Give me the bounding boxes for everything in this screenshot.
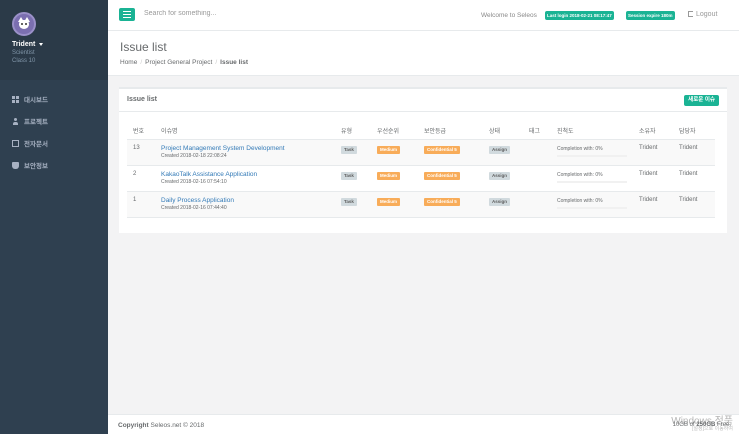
- col-header-owner[interactable]: 소유자: [633, 122, 673, 140]
- status-badge: Assign: [489, 171, 511, 180]
- page-title: Issue list: [120, 40, 167, 54]
- col-header-security[interactable]: 보안등급: [418, 122, 483, 140]
- table-row[interactable]: 1 Daily Process Application Created 2018…: [127, 191, 715, 218]
- breadcrumb: Home / Project General Project / Issue list: [120, 59, 248, 66]
- profile-panel: Trident Scientist Class 10: [0, 0, 108, 80]
- issue-tag: [523, 191, 551, 218]
- shield-icon: [12, 161, 19, 169]
- col-header-assignee[interactable]: 담당자: [673, 122, 715, 140]
- issue-tag: [523, 165, 551, 192]
- priority-badge: Medium: [377, 145, 401, 154]
- breadcrumb-project[interactable]: Project General Project: [145, 59, 212, 66]
- progress-bar: [557, 206, 627, 209]
- col-header-tag[interactable]: 태그: [523, 122, 551, 140]
- issue-owner: Trident: [633, 191, 673, 218]
- sidebar-item-project[interactable]: 프로젝트: [0, 110, 108, 132]
- col-header-progress[interactable]: 진척도: [551, 122, 633, 140]
- menu-toggle-button[interactable]: [119, 8, 135, 21]
- progress-text: Completion with: 0%: [557, 197, 603, 204]
- sidebar-nav: 대시보드 프로젝트 전자문서 보안정보: [0, 88, 108, 176]
- profile-name: Trident: [12, 41, 36, 48]
- avatar[interactable]: [12, 12, 36, 36]
- breadcrumb-current: Issue list: [220, 59, 248, 66]
- type-badge: Task: [341, 145, 357, 154]
- priority-badge: Medium: [377, 197, 401, 206]
- issue-number: 13: [127, 139, 155, 166]
- profile-role: Scientist: [12, 50, 35, 56]
- sidebar-item-label: 보안정보: [24, 163, 48, 170]
- sign-out-icon: [688, 11, 693, 17]
- type-badge: Task: [341, 197, 357, 206]
- issue-table: 번호 이슈명 유형 우선순위 보안등급 상태 태그 진척도 소유자 담당자 13…: [127, 122, 715, 218]
- col-header-priority[interactable]: 우선순위: [371, 122, 418, 140]
- sidebar-item-documents[interactable]: 전자문서: [0, 132, 108, 154]
- new-issue-button[interactable]: 새로운 이슈: [684, 95, 719, 106]
- issue-assignee: Trident: [673, 165, 715, 192]
- issue-assignee: Trident: [673, 191, 715, 218]
- breadcrumb-home[interactable]: Home: [120, 59, 137, 66]
- top-navbar: Welcome to Seleos Last login 2018-02-21 …: [108, 0, 739, 31]
- sidebar: Trident Scientist Class 10 대시보드 프로젝트 전자문…: [0, 0, 108, 434]
- footer: Copyright Seleos.net © 2018 10GB of 250G…: [108, 414, 739, 434]
- logout-link[interactable]: Logout: [688, 11, 717, 18]
- sidebar-item-label: 대시보드: [24, 97, 48, 104]
- dashboard-icon: [12, 95, 19, 103]
- priority-badge: Medium: [377, 171, 401, 180]
- security-badge: Confidential 5: [424, 171, 460, 180]
- progress-text: Completion with: 0%: [557, 145, 603, 152]
- table-row[interactable]: 13 Project Management System Development…: [127, 139, 715, 166]
- issue-created: Created 2018-02-18 22:08:24: [161, 152, 227, 159]
- col-header-status[interactable]: 상태: [483, 122, 523, 140]
- issue-title-link[interactable]: KakaoTalk Assistance Application: [161, 171, 335, 178]
- page-heading: Issue list Home / Project General Project /…: [108, 31, 739, 76]
- col-header-number[interactable]: 번호: [127, 122, 155, 140]
- issue-created: Created 2018-02-16 07:44:40: [161, 204, 227, 211]
- security-badge: Confidential 5: [424, 145, 460, 154]
- col-header-title[interactable]: 이슈명: [155, 122, 335, 140]
- progress-text: Completion with: 0%: [557, 171, 603, 178]
- profile-name-dropdown[interactable]: Trident: [12, 41, 108, 48]
- col-header-type[interactable]: 유형: [335, 122, 371, 140]
- last-login-badge: Last login 2018-02-21 08:17:47: [545, 11, 614, 20]
- windows-activation-subtitle: [설정]으로 이동하여: [692, 426, 733, 432]
- session-expire-badge: Session expire 180m: [626, 11, 675, 20]
- issue-created: Created 2018-02-16 07:54:10: [161, 178, 227, 185]
- status-badge: Assign: [489, 197, 511, 206]
- sidebar-item-dashboard[interactable]: 대시보드: [0, 88, 108, 110]
- issue-title-link[interactable]: Project Management System Development: [161, 145, 335, 152]
- logout-label: Logout: [696, 11, 718, 18]
- caret-down-icon: [39, 42, 44, 46]
- type-badge: Task: [341, 171, 357, 180]
- security-badge: Confidential 5: [424, 197, 460, 206]
- sidebar-item-security[interactable]: 보안정보: [0, 154, 108, 176]
- table-header-row: 번호 이슈명 유형 우선순위 보안등급 상태 태그 진척도 소유자 담당자: [127, 122, 715, 140]
- status-badge: Assign: [489, 145, 511, 154]
- issue-tag: [523, 139, 551, 166]
- issue-number: 1: [127, 191, 155, 218]
- progress-bar: [557, 154, 627, 157]
- issue-assignee: Trident: [673, 139, 715, 166]
- issue-number: 2: [127, 165, 155, 192]
- profile-class: Class 10: [12, 58, 36, 64]
- issue-title-link[interactable]: Daily Process Application: [161, 197, 335, 204]
- issue-owner: Trident: [633, 165, 673, 192]
- sidebar-item-label: 프로젝트: [24, 119, 48, 126]
- progress-bar: [557, 180, 627, 183]
- user-icon: [12, 117, 19, 125]
- panel-title: Issue list: [127, 96, 157, 103]
- sidebar-item-label: 전자문서: [24, 141, 48, 148]
- search-input[interactable]: [144, 10, 344, 17]
- document-icon: [12, 139, 19, 147]
- issue-owner: Trident: [633, 139, 673, 166]
- table-row[interactable]: 2 KakaoTalk Assistance Application Creat…: [127, 165, 715, 192]
- footer-copyright: Copyright Seleos.net © 2018: [118, 422, 205, 429]
- hamburger-icon: [123, 11, 131, 12]
- issue-list-panel: Issue list 새로운 이슈 번호 이슈명 유형 우선순위 보안등급 상태…: [119, 87, 727, 233]
- welcome-message: Welcome to Seleos: [481, 12, 537, 19]
